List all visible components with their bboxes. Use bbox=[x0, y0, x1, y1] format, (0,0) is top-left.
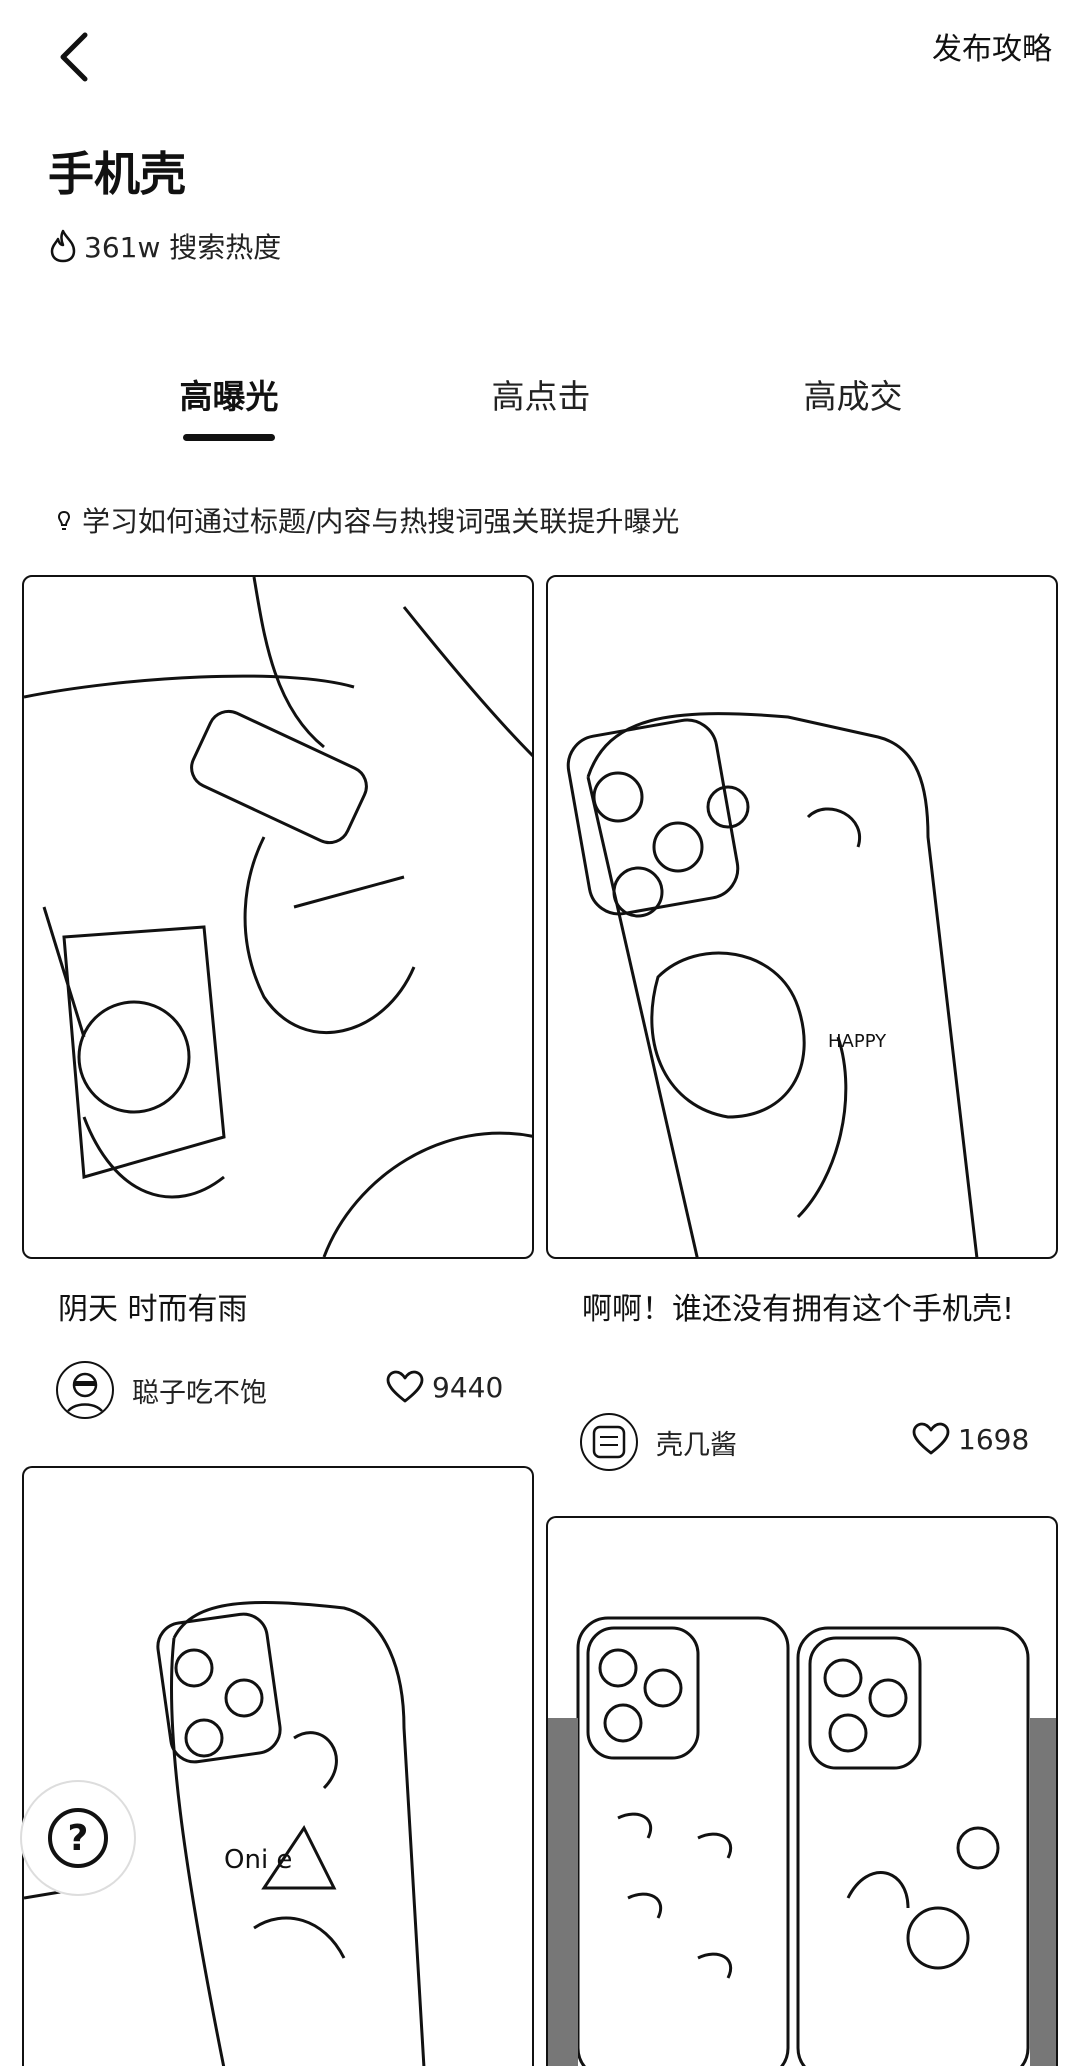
photo-phone-case: HAPPY bbox=[566, 712, 979, 1257]
photo-two-phone-cases bbox=[548, 1616, 1056, 2066]
card-image[interactable] bbox=[546, 1516, 1058, 2066]
tab-high-conversion[interactable]: 高成交 bbox=[804, 372, 903, 422]
bulb-icon bbox=[58, 510, 70, 530]
tip-row[interactable]: 学习如何通过标题/内容与热搜词强关联提升曝光 bbox=[54, 500, 679, 540]
like-count[interactable]: 1698 bbox=[912, 1422, 1029, 1456]
back-button[interactable] bbox=[44, 22, 104, 92]
like-count[interactable]: 9440 bbox=[386, 1370, 503, 1404]
heat-text: 361w 搜索热度 bbox=[84, 231, 282, 264]
tab-high-click[interactable]: 高点击 bbox=[492, 372, 591, 422]
card-title[interactable]: 阴天 时而有雨 bbox=[58, 1284, 518, 1336]
chevron-left-icon bbox=[60, 32, 88, 82]
heart-icon bbox=[912, 1422, 950, 1455]
author-row[interactable]: 聪子吃不饱 bbox=[56, 1358, 267, 1422]
card-image[interactable] bbox=[22, 575, 534, 1259]
avatar-image bbox=[64, 1372, 106, 1416]
like-count-text: 1698 bbox=[958, 1422, 1030, 1456]
author-name: 聪子吃不饱 bbox=[132, 1377, 267, 1409]
tab-bar: 高曝光 高点击 高成交 bbox=[0, 372, 1080, 442]
photo-phone-case: Oni e bbox=[24, 1600, 426, 2066]
svg-text:HAPPY: HAPPY bbox=[828, 1031, 887, 1052]
tab-high-exposure[interactable]: 高曝光 bbox=[180, 372, 279, 422]
author-name: 壳几酱 bbox=[656, 1429, 737, 1461]
active-tab-indicator bbox=[183, 434, 275, 441]
card-image[interactable]: Oni e bbox=[22, 1466, 534, 2066]
flame-icon bbox=[50, 229, 76, 263]
author-row[interactable]: 壳几酱 bbox=[580, 1410, 737, 1474]
like-count-text: 9440 bbox=[432, 1370, 504, 1404]
question-icon: ? bbox=[48, 1808, 108, 1868]
photo-phone-drink bbox=[24, 577, 532, 1257]
card-image[interactable]: HAPPY bbox=[546, 575, 1058, 1259]
avatar bbox=[580, 1413, 638, 1471]
publish-guide-button[interactable]: 发布攻略 bbox=[932, 30, 1052, 70]
page-title: 手机壳 bbox=[48, 147, 186, 201]
avatar bbox=[56, 1361, 114, 1419]
help-button[interactable]: ? bbox=[22, 1782, 134, 1894]
heart-icon bbox=[386, 1370, 424, 1403]
svg-text:Oni e: Oni e bbox=[224, 1845, 292, 1875]
tip-text: 学习如何通过标题/内容与热搜词强关联提升曝光 bbox=[82, 505, 680, 538]
card-title[interactable]: 啊啊！谁还没有拥有这个手机壳! bbox=[582, 1284, 1022, 1336]
avatar-image bbox=[592, 1425, 626, 1459]
heat-row: 361w 搜索热度 bbox=[48, 226, 281, 266]
